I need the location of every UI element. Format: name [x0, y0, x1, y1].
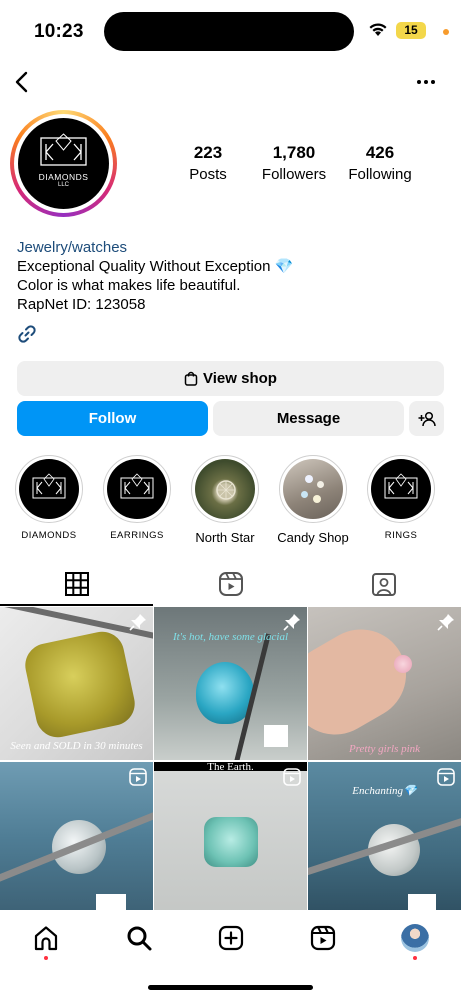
- highlight-candy-shop[interactable]: Candy Shop: [269, 455, 357, 545]
- profile-notification-dot: [413, 956, 417, 960]
- profile-category[interactable]: Jewelry/watches: [17, 238, 127, 258]
- brand-logo: DIAMONDS LLC: [18, 118, 109, 209]
- pin-icon: [129, 614, 146, 631]
- highlight-cover: [107, 459, 167, 519]
- follow-button[interactable]: Follow: [17, 401, 208, 436]
- grid-tab-icon[interactable]: [63, 570, 91, 598]
- bio-line-3: RapNet ID: 123058: [17, 296, 146, 313]
- highlight-label: EARRINGS: [110, 530, 164, 541]
- add-person-icon: [418, 411, 436, 426]
- create-post-icon[interactable]: [217, 924, 245, 952]
- highlight-label: RINGS: [384, 530, 418, 541]
- message-button[interactable]: Message: [213, 401, 404, 436]
- wifi-icon: [369, 23, 387, 36]
- reels-tab-icon[interactable]: [217, 570, 245, 598]
- post-caption: The Earth.: [207, 762, 254, 773]
- tagged-tab-icon[interactable]: [370, 570, 398, 598]
- highlight-cover: [195, 459, 255, 519]
- highlight-label: North Star: [195, 530, 255, 545]
- profile-nav-avatar[interactable]: [401, 924, 429, 952]
- post-caption: Enchanting💎: [352, 785, 417, 797]
- suggested-users-button[interactable]: [409, 401, 444, 436]
- followers-stat[interactable]: 1,780 Followers: [256, 143, 332, 183]
- highlight-cover: [19, 459, 79, 519]
- highlight-earrings[interactable]: EARRINGS: [93, 455, 181, 541]
- diamond-logo-icon: [40, 133, 87, 166]
- logo-name: DIAMONDS: [38, 172, 89, 182]
- home-icon[interactable]: [32, 924, 60, 952]
- back-icon[interactable]: [12, 70, 30, 94]
- reel-icon: [129, 768, 147, 786]
- dynamic-island: [104, 12, 354, 51]
- message-label: Message: [276, 410, 341, 427]
- highlight-rings[interactable]: RINGS: [357, 455, 445, 541]
- diamond-logo-icon: [32, 473, 66, 499]
- diamond-logo-icon: [384, 473, 418, 499]
- reels-icon[interactable]: [309, 924, 337, 952]
- bio-line-1: Exceptional Quality Without Exception 💎: [17, 258, 294, 275]
- home-indicator: [148, 985, 313, 990]
- post-tile[interactable]: [0, 762, 153, 915]
- search-icon[interactable]: [125, 924, 153, 952]
- post-caption: Pretty girls pink: [348, 743, 421, 755]
- followers-count: 1,780: [272, 143, 316, 162]
- highlight-label: Candy Shop: [277, 530, 349, 545]
- status-time: 10:23: [34, 21, 84, 42]
- highlight-north-star[interactable]: North Star: [181, 455, 269, 545]
- view-shop-label: View shop: [203, 370, 277, 387]
- ring-icon: [216, 480, 236, 500]
- privacy-dot: [443, 29, 449, 35]
- diamond-logo-icon: [120, 473, 154, 499]
- post-tile[interactable]: The Earth.: [154, 762, 307, 915]
- posts-label: Posts: [189, 166, 227, 183]
- profile-avatar[interactable]: DIAMONDS LLC: [10, 110, 117, 217]
- pin-icon: [283, 614, 300, 631]
- post-tile[interactable]: Enchanting💎: [308, 762, 461, 915]
- pin-icon: [437, 614, 454, 631]
- post-tile[interactable]: It's hot, have some glacial: [154, 607, 307, 760]
- view-shop-button[interactable]: View shop: [17, 361, 444, 396]
- bio-line-2: Color is what makes life beautiful.: [17, 277, 241, 294]
- posts-stat[interactable]: 223 Posts: [176, 143, 240, 183]
- highlight-cover: [371, 459, 431, 519]
- highlight-cover: [283, 459, 343, 519]
- post-tile[interactable]: Seen and SOLD in 30 minutes: [0, 607, 153, 760]
- highlight-label: DIAMONDS: [21, 530, 77, 541]
- active-tab-indicator: [0, 604, 153, 606]
- post-caption: Seen and SOLD in 30 minutes: [10, 740, 143, 752]
- post-tile[interactable]: Pretty girls pink: [308, 607, 461, 760]
- shopping-bag-icon: [184, 371, 198, 386]
- followers-label: Followers: [261, 166, 327, 183]
- post-caption: It's hot, have some glacial: [172, 631, 289, 643]
- following-label: Following: [348, 166, 412, 183]
- link-icon[interactable]: [17, 324, 37, 344]
- home-notification-dot: [44, 956, 48, 960]
- following-count: 426: [365, 143, 395, 162]
- following-stat[interactable]: 426 Following: [342, 143, 418, 183]
- highlight-diamonds[interactable]: DIAMONDS: [5, 455, 93, 541]
- follow-label: Follow: [88, 410, 137, 427]
- logo-llc: LLC: [57, 182, 69, 188]
- more-options-icon[interactable]: [414, 70, 438, 94]
- posts-count: 223: [193, 143, 223, 162]
- battery-indicator: 15: [396, 22, 426, 39]
